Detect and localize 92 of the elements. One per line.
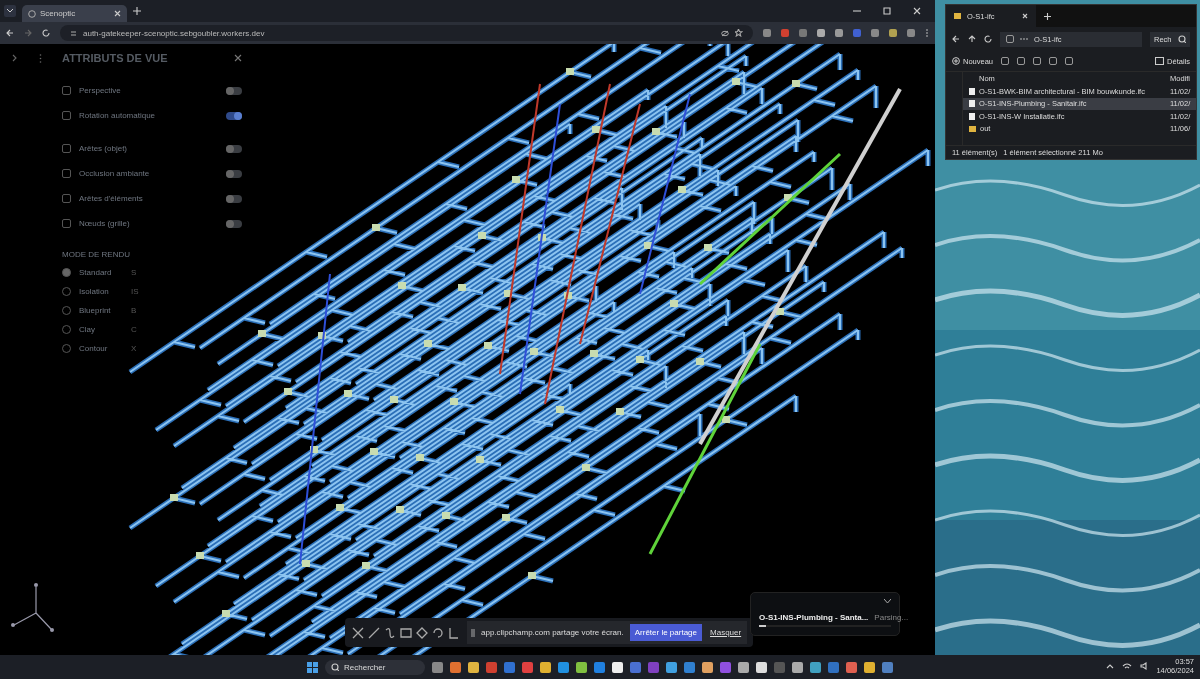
app-icon[interactable] [468,661,479,673]
browser-tab[interactable]: Scenoptic [22,5,127,22]
reload-icon[interactable] [42,29,50,37]
shortcut-key: B [131,306,151,315]
extension-icon[interactable] [889,29,897,37]
mode-label: Contour [79,344,109,353]
tool-icon[interactable] [415,625,428,640]
hide-button[interactable]: Masquer [708,626,744,639]
file-name: O-S1-INS-Plumbing - Santa... [759,613,869,622]
tool-icon[interactable] [399,625,412,640]
collapse-icon[interactable] [884,599,891,604]
app-icon[interactable] [540,661,551,673]
chevron-up-icon[interactable] [1106,662,1115,670]
eye-off-icon[interactable] [721,29,729,37]
mode-label: Clay [79,325,96,334]
search-icon [331,663,339,671]
up-icon[interactable] [968,35,976,43]
star-icon[interactable] [735,29,743,37]
app-icon[interactable] [702,661,713,673]
site-info-icon [70,29,77,37]
option-icon [62,194,71,203]
new-tab-icon[interactable] [133,7,141,15]
start-icon[interactable] [307,661,318,673]
radio-button[interactable] [62,268,71,277]
panel-icon [1155,57,1165,65]
option-icon [62,111,71,120]
folder-icon [969,125,976,132]
toggle-switch[interactable] [226,144,242,153]
app-icon[interactable] [576,661,587,673]
close-icon[interactable] [913,7,921,15]
refresh-icon[interactable] [984,35,992,43]
option-label: Arêtes (objet) [79,144,129,153]
search-icon [1178,35,1186,43]
maximize-icon[interactable] [883,7,891,15]
option-icon [62,144,71,153]
address-bar[interactable]: auth-gatekeeper-scenoptic.sebgoubler.workers.dev [60,25,753,41]
app-icon[interactable] [792,661,803,673]
speaker-icon[interactable] [1140,662,1149,670]
option-icon [62,169,71,178]
toggle-switch[interactable] [226,219,242,228]
share-message: app.clipchamp.com partage votre écran. [481,628,624,637]
extension-icon[interactable] [817,29,825,37]
app-icon[interactable] [612,661,623,673]
option-icon [62,219,71,228]
option-label: Arêtes d'éléments [79,194,144,203]
option-label: Nœuds (grille) [79,219,131,228]
expand-icon[interactable] [12,54,17,62]
mode-label: Blueprint [79,306,112,315]
close-icon[interactable] [234,54,242,62]
shortcut-key: X [131,344,151,353]
close-icon[interactable] [114,10,121,17]
wifi-icon[interactable] [1122,662,1133,670]
menu-icon[interactable] [925,29,929,37]
status-text: Parsing... [874,613,909,622]
toggle-switch[interactable] [226,194,242,203]
chevron-down-icon [7,9,13,13]
plus-icon [952,57,960,65]
option-label: Rotation automatique [79,111,157,120]
mode-label: Isolation [79,287,110,296]
app-icon[interactable] [864,661,875,673]
option-label: Perspective [79,86,122,95]
toggle-switch[interactable] [226,86,242,95]
app-icon[interactable] [756,661,767,673]
back-icon[interactable] [6,29,14,37]
tool-icon[interactable] [383,625,396,640]
minimize-icon[interactable] [853,7,861,15]
panel-title: ATTRIBUTS DE VUE [62,52,169,64]
tool-icon[interactable] [431,625,444,640]
section-heading: MODE DE RENDU [62,250,131,259]
mode-label: Standard [79,268,113,277]
toggle-switch[interactable] [226,111,242,120]
back-icon[interactable] [952,35,960,43]
tab-list-button[interactable] [4,5,16,17]
option-label: Occlusion ambiante [79,169,151,178]
more-icon[interactable] [39,54,42,63]
tool-icon[interactable] [351,625,364,640]
option-icon [62,86,71,95]
stop-sharing-button[interactable]: Arrêter le partage [629,624,702,641]
toggle-switch[interactable] [226,169,242,178]
drag-handle-icon[interactable] [471,628,475,637]
new-tab-icon[interactable] [1044,12,1051,20]
globe-icon [28,9,36,18]
shortcut-key: IS [131,287,151,296]
extension-icon[interactable] [835,29,843,37]
search-field[interactable]: Rechercher [325,659,425,675]
shortcut-key: S [131,268,151,277]
app-icon[interactable] [738,661,749,673]
tool-icon[interactable] [367,625,380,640]
close-icon[interactable] [1022,13,1028,19]
folder-icon [954,13,961,19]
app-icon[interactable] [666,661,677,673]
tool-icon[interactable] [447,625,460,640]
